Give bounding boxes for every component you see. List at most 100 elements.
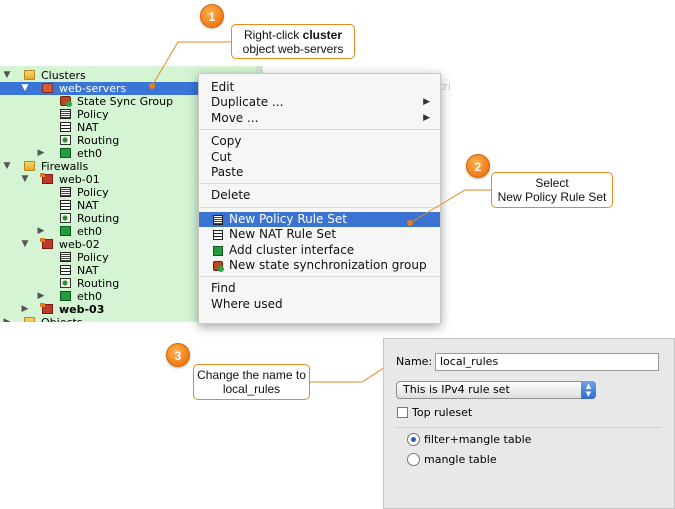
expand-right-icon[interactable]: ▶ bbox=[2, 316, 12, 322]
menu-item-label: Find bbox=[211, 281, 236, 296]
menu-item-duplicate[interactable]: Duplicate ... ▶ bbox=[199, 95, 440, 110]
menu-item-delete[interactable]: Delete bbox=[199, 188, 440, 203]
menu-item-label: New Policy Rule Set bbox=[229, 211, 347, 226]
callout-2-line2: New Policy Rule Set bbox=[497, 190, 607, 204]
tree-item-label: Routing bbox=[77, 134, 120, 147]
tree-item-label: web-03 bbox=[59, 303, 105, 316]
expand-down-icon[interactable]: ▼ bbox=[20, 238, 30, 251]
menu-item-edit[interactable]: Edit bbox=[199, 80, 440, 95]
menu-separator bbox=[199, 276, 440, 278]
menu-item-copy[interactable]: Copy bbox=[199, 134, 440, 149]
nat-icon bbox=[60, 200, 71, 210]
callout-3-line2: local_rules bbox=[222, 382, 281, 396]
menu-item-label: Move ... bbox=[211, 110, 259, 125]
tree-item-label: Clusters bbox=[41, 69, 86, 82]
menu-item-label: Edit bbox=[211, 80, 235, 94]
step-badge-1: 1 bbox=[200, 4, 224, 28]
nat-icon bbox=[213, 230, 223, 241]
firewall-icon bbox=[40, 303, 53, 314]
submenu-arrow-icon: ▶ bbox=[423, 97, 430, 108]
policy-icon bbox=[60, 252, 71, 262]
callout-3-line1: Change the name to bbox=[197, 368, 306, 382]
dialog-divider bbox=[396, 427, 662, 428]
firewall-icon bbox=[40, 238, 53, 249]
expand-right-icon[interactable]: ▶ bbox=[20, 303, 30, 316]
submenu-arrow-icon: ▶ bbox=[423, 112, 430, 123]
interface-icon bbox=[60, 291, 71, 301]
menu-item-label: Duplicate ... bbox=[211, 95, 284, 110]
nat-icon bbox=[60, 122, 71, 132]
policy-icon bbox=[60, 187, 71, 197]
radio-filter-mangle[interactable] bbox=[407, 433, 420, 446]
menu-separator bbox=[199, 129, 440, 131]
callout-select: Select New Policy Rule Set bbox=[491, 172, 613, 208]
policy-icon bbox=[213, 214, 223, 225]
interface-icon bbox=[213, 245, 223, 256]
menu-item-label: New state synchronization group bbox=[229, 258, 427, 272]
callout-1-text-rest: object web-servers bbox=[242, 42, 344, 56]
interface-icon bbox=[60, 226, 71, 236]
menu-item-label: Add cluster interface bbox=[229, 242, 355, 257]
menu-item-find[interactable]: Find bbox=[199, 281, 440, 296]
state-sync-group-icon bbox=[60, 96, 72, 107]
menu-item-move[interactable]: Move ... ▶ bbox=[199, 111, 440, 126]
tree-item-label: eth0 bbox=[77, 225, 103, 238]
expand-down-icon[interactable]: ▼ bbox=[2, 160, 12, 173]
ip-version-select-value: This is IPv4 rule set bbox=[403, 383, 510, 396]
select-stepper-icon: ▲▼ bbox=[581, 381, 596, 399]
firewall-icon bbox=[40, 173, 53, 184]
tree-item-label: eth0 bbox=[77, 147, 103, 160]
step-badge-2: 2 bbox=[466, 154, 490, 178]
tree-item-label: Firewalls bbox=[41, 160, 89, 173]
menu-item-where-used[interactable]: Where used bbox=[199, 297, 440, 312]
radio-mangle[interactable] bbox=[407, 453, 420, 466]
menu-separator bbox=[199, 206, 440, 208]
interface-icon bbox=[60, 148, 71, 158]
menu-item-new-nat-rule-set[interactable]: New NAT Rule Set bbox=[199, 227, 440, 242]
top-ruleset-label: Top ruleset bbox=[412, 406, 473, 419]
nat-icon bbox=[60, 265, 71, 275]
menu-item-label: Where used bbox=[211, 296, 283, 311]
rule-set-dialog: Name: local_rules This is IPv4 rule set … bbox=[383, 338, 675, 509]
expand-down-icon[interactable]: ▼ bbox=[2, 69, 12, 82]
callout-change-name: Change the name to local_rules bbox=[193, 364, 310, 400]
tree-item-label: Policy bbox=[77, 251, 109, 264]
radio-filter-mangle-label: filter+mangle table bbox=[424, 433, 532, 446]
cluster-icon bbox=[42, 83, 53, 93]
expand-right-icon[interactable]: ▶ bbox=[36, 225, 46, 238]
tree-item-label: NAT bbox=[77, 199, 99, 212]
callout-1-text-bold: cluster bbox=[302, 28, 343, 42]
callout-right-click: Right-click cluster object web-servers bbox=[231, 24, 355, 59]
radio-mangle-label: mangle table bbox=[424, 453, 497, 466]
state-sync-group-icon bbox=[213, 261, 224, 272]
step-badge-3: 3 bbox=[166, 343, 190, 367]
expand-right-icon[interactable]: ▶ bbox=[36, 147, 46, 160]
callout-2-line1: Select bbox=[535, 176, 569, 190]
expand-down-icon[interactable]: ▼ bbox=[20, 82, 30, 95]
menu-item-add-cluster-interface[interactable]: Add cluster interface bbox=[199, 243, 440, 258]
policy-icon bbox=[60, 109, 71, 119]
folder-icon bbox=[24, 161, 35, 171]
top-ruleset-checkbox[interactable] bbox=[397, 407, 408, 418]
expand-right-icon[interactable]: ▶ bbox=[36, 290, 46, 303]
tree-item-label: web-01 bbox=[59, 173, 100, 186]
connector-3-line bbox=[310, 361, 394, 383]
name-input[interactable]: local_rules bbox=[435, 353, 659, 371]
menu-item-new-state-synchronization-group[interactable]: New state synchronization group bbox=[199, 258, 440, 273]
tree-item-label: Routing bbox=[77, 212, 120, 225]
menu-item-paste[interactable]: Paste bbox=[199, 165, 440, 180]
menu-item-label: Copy bbox=[211, 134, 242, 149]
tree-item-label: State Sync Group bbox=[77, 95, 174, 108]
tree-item-label: eth0 bbox=[77, 290, 103, 303]
folder-icon bbox=[24, 70, 35, 80]
ip-version-select[interactable]: This is IPv4 rule set ▲▼ bbox=[396, 381, 596, 399]
tree-item-label: web-02 bbox=[59, 238, 100, 251]
menu-separator bbox=[199, 183, 440, 185]
tree-item-label: Policy bbox=[77, 186, 109, 199]
menu-item-label: New NAT Rule Set bbox=[229, 227, 337, 242]
expand-down-icon[interactable]: ▼ bbox=[20, 173, 30, 186]
menu-item-cut[interactable]: Cut bbox=[199, 150, 440, 165]
tree-item-label: Routing bbox=[77, 277, 120, 290]
menu-item-new-policy-rule-set[interactable]: New Policy Rule Set bbox=[199, 211, 440, 227]
context-menu: Edit Duplicate ... ▶ Move ... ▶ Copy Cut Paste D… bbox=[198, 73, 441, 324]
